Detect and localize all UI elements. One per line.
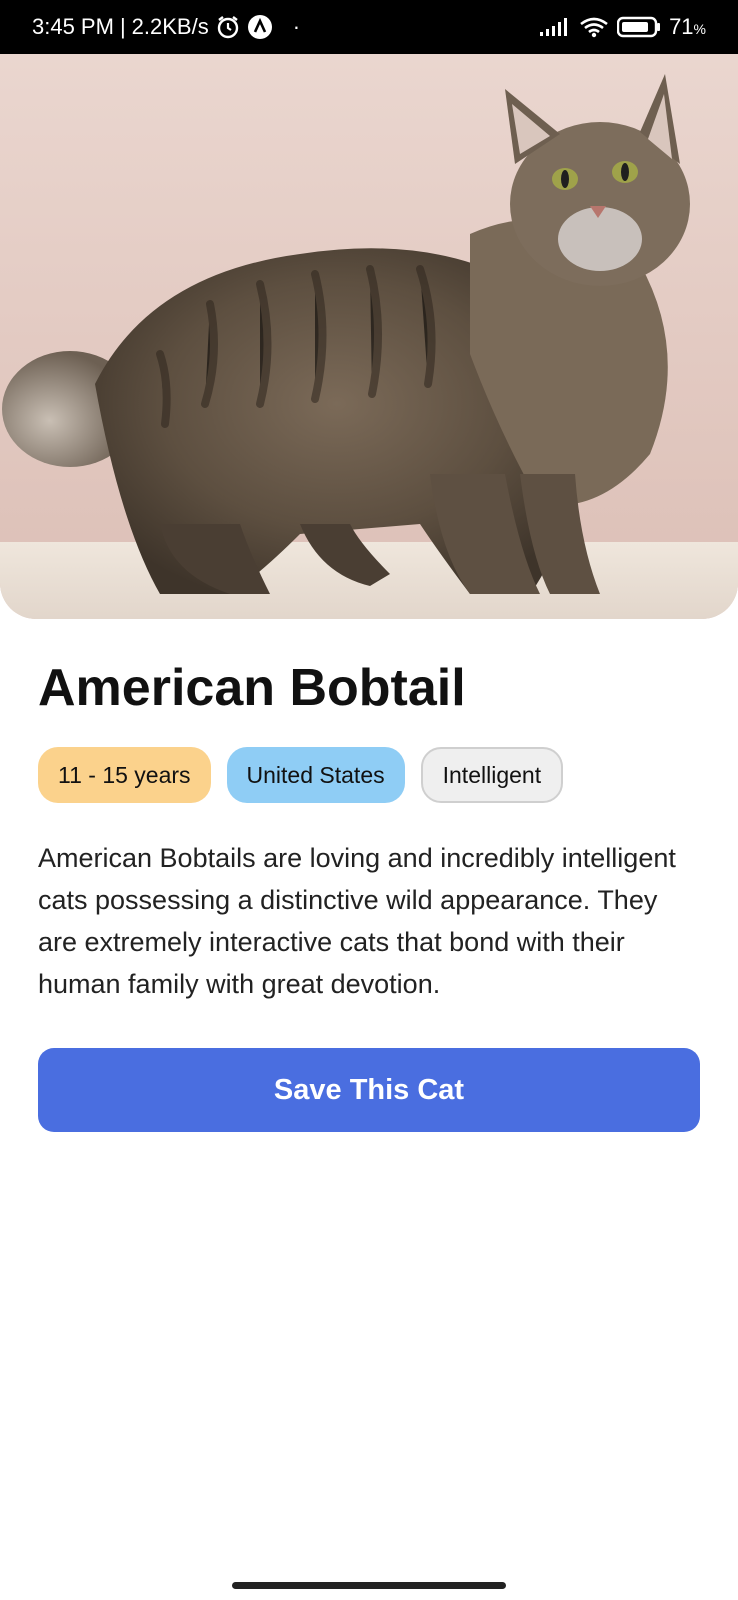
status-bar: 3:45 PM | 2.2KB/s · 71% xyxy=(0,0,738,54)
status-bar-left: 3:45 PM | 2.2KB/s · xyxy=(32,14,300,40)
battery-icon xyxy=(617,16,661,38)
status-dot: · xyxy=(292,14,301,39)
signal-icon xyxy=(539,17,571,37)
cat-description: American Bobtails are loving and incredi… xyxy=(38,843,676,1000)
cat-details: American Bobtail 11 - 15 years United St… xyxy=(38,659,700,1032)
status-net-speed: 2.2KB/s xyxy=(131,14,209,39)
cat-name-title: American Bobtail xyxy=(38,659,466,717)
life-span-tag: 11 - 15 years xyxy=(38,747,211,804)
status-time: 3:45 PM xyxy=(32,14,114,39)
app-notification-icon xyxy=(247,14,273,40)
save-cat-button[interactable]: Save This Cat xyxy=(38,1048,700,1132)
home-indicator[interactable] xyxy=(232,1582,506,1589)
battery-level: 71% xyxy=(669,14,706,39)
status-separator: | xyxy=(119,14,126,39)
status-bar-right: 71% xyxy=(539,14,706,40)
temperament-tag: Intelligent xyxy=(420,747,564,804)
cat-photo xyxy=(0,54,738,619)
alarm-icon xyxy=(215,14,241,40)
origin-tag: United States xyxy=(226,747,405,804)
wifi-icon xyxy=(579,16,609,38)
cat-tags: 11 - 15 years United States Intelligent xyxy=(38,747,700,804)
